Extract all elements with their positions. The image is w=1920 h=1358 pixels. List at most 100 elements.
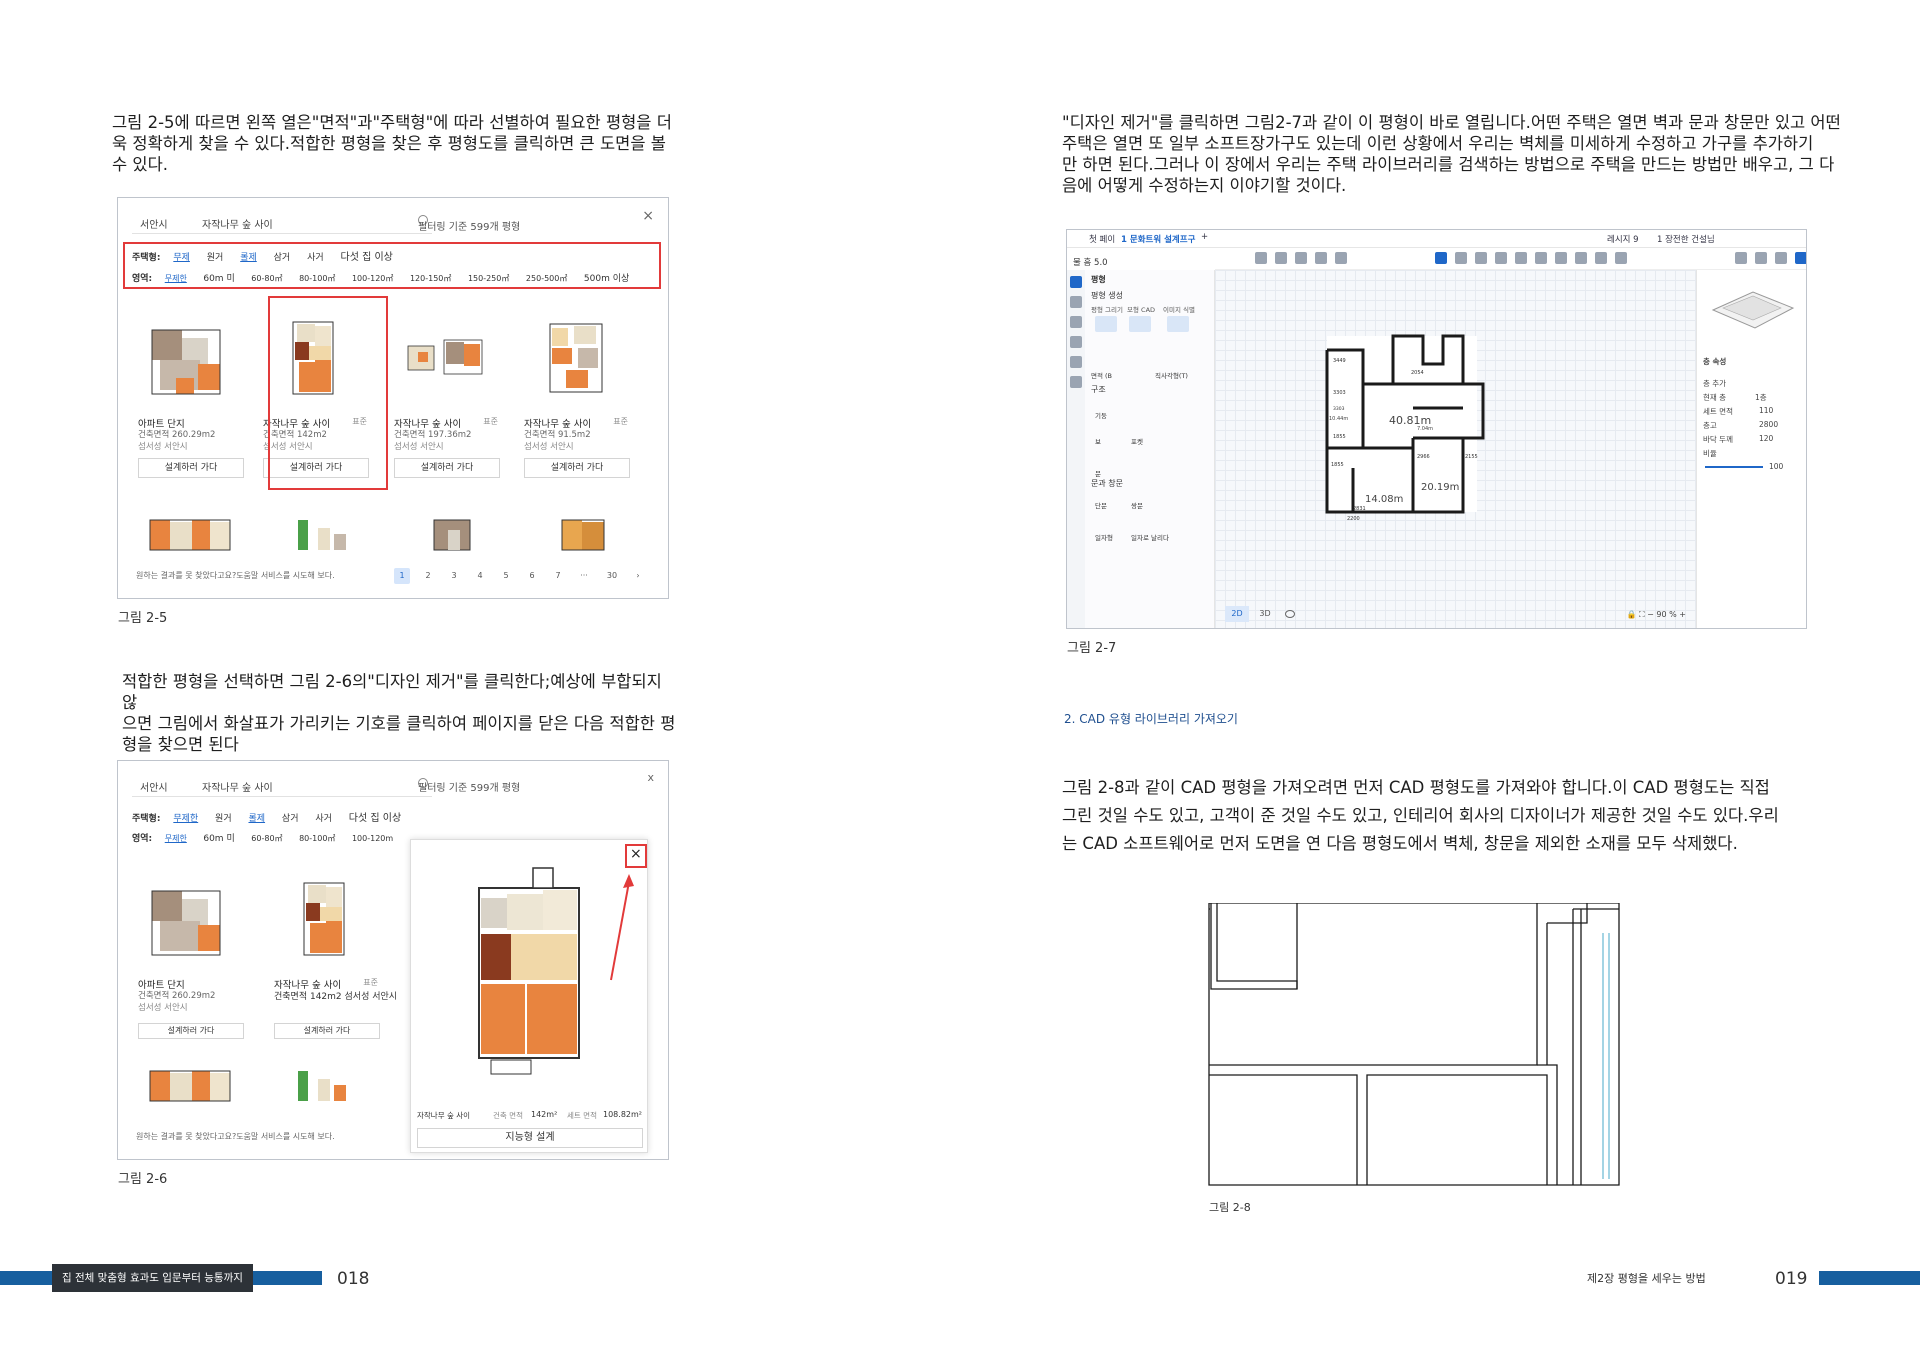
message-indicator[interactable]: 레시지 9 xyxy=(1607,233,1639,245)
property-label[interactable]: 층 추가 xyxy=(1703,378,1726,389)
tab-home[interactable]: 첫 페이 xyxy=(1089,233,1115,245)
filter-option[interactable]: 100-120m xyxy=(352,834,393,843)
filter-option[interactable]: 다섯 집 이상 xyxy=(349,813,401,824)
rail-icon[interactable] xyxy=(1070,336,1082,348)
user-name[interactable]: 1 장전한 건설님 xyxy=(1657,233,1715,245)
tool-label[interactable]: 쌍문 xyxy=(1131,500,1143,510)
tool-icon[interactable] xyxy=(1515,252,1527,264)
tab-design[interactable]: 1 문화트워 설계프구 xyxy=(1121,233,1195,245)
search-bar[interactable]: 서안시 자작나무 숲 사이 xyxy=(132,775,432,797)
zoom-controls[interactable]: 🔒 ⛶ − 90 % + xyxy=(1627,610,1686,620)
plan-card[interactable]: 아파트 단지 건축면적 260.29m2 섬서성 서안시 설계하러 가다 xyxy=(132,298,250,488)
filter-option[interactable]: 무제한 xyxy=(165,834,187,843)
city-select[interactable]: 서안시 xyxy=(140,779,168,794)
tool-icon[interactable] xyxy=(1595,252,1607,264)
tool-icon[interactable] xyxy=(1575,252,1587,264)
filter-option[interactable]: 롤제 xyxy=(248,814,265,824)
property-value[interactable]: 2800 xyxy=(1759,420,1778,429)
design-button[interactable]: 설계하러 가다 xyxy=(524,458,630,478)
tool-label[interactable]: 평형 그리기 xyxy=(1091,304,1123,314)
tool-icon[interactable] xyxy=(1795,252,1806,264)
tool-icon[interactable] xyxy=(1755,252,1767,264)
floorplan-icon[interactable] xyxy=(1070,276,1082,288)
design-button[interactable]: 설계하러 가다 xyxy=(138,1023,244,1039)
design-button[interactable]: 설계하러 가다 xyxy=(394,458,500,478)
tool-icon[interactable] xyxy=(1435,252,1447,264)
tool-icon[interactable] xyxy=(1315,252,1327,264)
property-value[interactable]: 120 xyxy=(1759,434,1773,443)
tool-label[interactable]: 이미지 식별 xyxy=(1163,304,1195,314)
cad-import-icon[interactable] xyxy=(1129,316,1151,332)
image-recognition-icon[interactable] xyxy=(1167,316,1189,332)
tool-icon[interactable] xyxy=(1275,252,1287,264)
rail-icon[interactable] xyxy=(1070,316,1082,328)
plan-card[interactable]: 자작나무 숲 사이 표준 건축면적 91.5m2 섬서성 서안시 설계하러 가다 xyxy=(518,298,636,488)
search-bar[interactable]: 서안시 자작나무 숲 사이 xyxy=(132,212,432,234)
tool-label[interactable]: 포켓 xyxy=(1131,436,1143,446)
close-icon[interactable]: × xyxy=(642,208,654,224)
tool-label[interactable]: 기둥 xyxy=(1095,410,1107,420)
tool-icon[interactable] xyxy=(1335,252,1347,264)
tool-label[interactable]: 일자형 xyxy=(1095,532,1113,542)
tool-icon[interactable] xyxy=(1495,252,1507,264)
tool-icon[interactable] xyxy=(1475,252,1487,264)
opacity-slider[interactable] xyxy=(1705,466,1763,468)
tool-label[interactable]: 모형 CAD xyxy=(1127,304,1155,314)
close-icon[interactable]: × xyxy=(630,846,642,862)
plan-card[interactable]: 자작나무 숲 사이 표준 건축면적 142m2 섬서성 서안시 설계하러 가다 xyxy=(268,859,397,1049)
page-button[interactable]: 1 xyxy=(394,568,410,584)
close-icon[interactable]: x xyxy=(647,771,654,784)
view-2d-toggle[interactable]: 2D xyxy=(1225,606,1249,622)
page-button[interactable]: 3 xyxy=(446,568,462,584)
filter-option[interactable]: 사거 xyxy=(315,814,332,824)
filter-option[interactable]: 무제한 xyxy=(173,814,198,824)
filter-option[interactable]: 60m 미 xyxy=(203,834,234,844)
rail-icon[interactable] xyxy=(1070,296,1082,308)
property-value[interactable]: 110 xyxy=(1759,406,1773,415)
city-select[interactable]: 서안시 xyxy=(140,216,168,231)
search-input[interactable]: 자작나무 숲 사이 xyxy=(202,216,273,231)
search-input[interactable]: 자작나무 숲 사이 xyxy=(202,779,273,794)
tool-icon[interactable] xyxy=(1555,252,1567,264)
design-button[interactable]: 설계하러 가다 xyxy=(274,1023,380,1039)
next-page-button[interactable]: › xyxy=(630,568,646,584)
page-button[interactable]: 30 xyxy=(604,568,620,584)
filter-option[interactable]: 삼거 xyxy=(282,814,299,824)
tool-label[interactable]: 보 xyxy=(1095,436,1101,446)
eye-icon[interactable] xyxy=(1285,610,1295,618)
view-3d-toggle[interactable]: 3D xyxy=(1253,606,1277,622)
filter-option[interactable]: 80-100㎡ xyxy=(299,834,335,843)
tool-icon[interactable] xyxy=(1295,252,1307,264)
tool-icon[interactable] xyxy=(1615,252,1627,264)
property-value[interactable]: 100 xyxy=(1769,462,1783,471)
design-button[interactable]: 설계하러 가다 xyxy=(138,458,244,478)
page-button[interactable]: ··· xyxy=(576,568,592,584)
search-icon[interactable] xyxy=(1095,316,1117,332)
tool-icon[interactable] xyxy=(1455,252,1467,264)
tool-icon[interactable] xyxy=(1535,252,1547,264)
tool-icon[interactable] xyxy=(1255,252,1267,264)
property-value[interactable]: 1층 xyxy=(1755,392,1767,403)
tool-icon[interactable] xyxy=(1775,252,1787,264)
tool-label[interactable]: 면적 (B xyxy=(1091,370,1112,380)
page-button[interactable]: 5 xyxy=(498,568,514,584)
filter-option[interactable]: 원거 xyxy=(215,814,232,824)
tool-icon[interactable] xyxy=(1735,252,1747,264)
design-canvas[interactable]: 40.81m 20.19m 14.08m 10.44m 7.04m 3449 2… xyxy=(1215,270,1696,628)
new-tab-button[interactable]: + xyxy=(1201,232,1208,242)
tool-label[interactable]: 일자로 날리다 xyxy=(1131,532,1169,542)
tool-label[interactable]: 단문 xyxy=(1095,500,1107,510)
tool-label[interactable]: 직사각형(T) xyxy=(1155,370,1188,380)
page-button[interactable]: 6 xyxy=(524,568,540,584)
page-button[interactable]: 4 xyxy=(472,568,488,584)
rail-icon[interactable] xyxy=(1070,376,1082,388)
rail-icon[interactable] xyxy=(1070,356,1082,368)
tool-label[interactable]: 문 xyxy=(1095,468,1101,478)
filter-option[interactable]: 60-80㎡ xyxy=(251,834,282,843)
page-button[interactable]: 7 xyxy=(550,568,566,584)
page-button[interactable]: 2 xyxy=(420,568,436,584)
plan-card[interactable]: 아파트 단지 건축면적 260.29m2 섬서성 서안시 설계하러 가다 xyxy=(132,859,250,1049)
text-line: 적합한 평형을 선택하면 그림 2-6의"디자인 제거"를 클릭한다;예상에 부… xyxy=(122,672,662,712)
plan-card[interactable]: 자작나무 숲 사이 표준 건축면적 197.36m2 섬서성 서안시 설계하러 … xyxy=(388,298,506,488)
smart-design-button[interactable]: 지능형 설계 xyxy=(417,1128,643,1148)
